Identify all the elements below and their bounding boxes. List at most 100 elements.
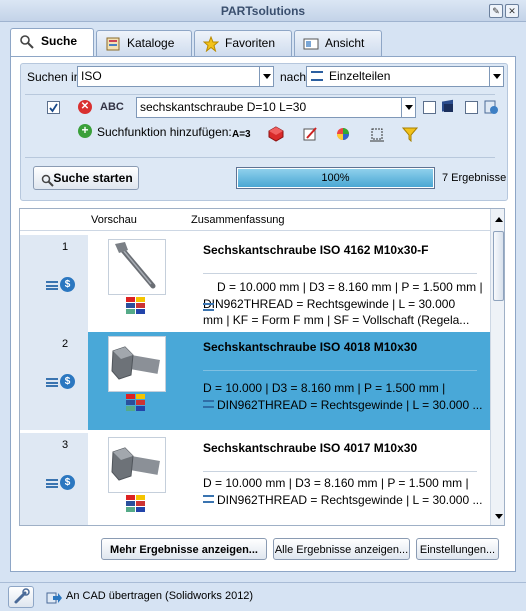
tab-suche[interactable]: Suche bbox=[10, 28, 94, 56]
book-icon[interactable] bbox=[440, 99, 456, 115]
results-header: Vorschau Zusammenfassung bbox=[20, 209, 490, 231]
abc-label: ABC bbox=[100, 101, 124, 113]
divider bbox=[203, 273, 477, 274]
sketch-search-icon[interactable] bbox=[302, 126, 318, 142]
part-thumbnail[interactable] bbox=[108, 437, 166, 493]
filter-icon[interactable] bbox=[401, 126, 419, 143]
dimension-search-icon[interactable] bbox=[369, 126, 385, 142]
column-summary: Zusammenfassung bbox=[191, 214, 285, 226]
results-list[interactable]: Vorschau Zusammenfassung 1 $ Sechskantsc… bbox=[19, 208, 505, 526]
row-content: Sechskantschraube ISO 4017 M10x30 D = 10… bbox=[88, 433, 490, 525]
norm-flags-icon bbox=[126, 297, 148, 317]
result-summary: D = 10.000 mm | D3 = 8.160 mm | P = 1.50… bbox=[203, 279, 485, 329]
result-title[interactable]: Sechskantschraube ISO 4017 M10x30 bbox=[203, 441, 417, 455]
type-select[interactable]: Einzelteilen bbox=[306, 66, 504, 87]
geometry-search-icon[interactable] bbox=[268, 126, 284, 142]
summary-line: D = 10.000 | D3 = 8.160 mm | P = 1.500 m… bbox=[203, 381, 446, 395]
scope-value: ISO bbox=[81, 69, 102, 83]
details-icon[interactable] bbox=[46, 281, 58, 290]
transfer-cad-label[interactable]: An CAD übertragen (Solidworks 2012) bbox=[66, 590, 253, 602]
type-label: nach bbox=[280, 70, 307, 84]
chevron-down-icon[interactable] bbox=[401, 98, 415, 117]
tab-favoriten[interactable]: Favoriten bbox=[194, 30, 292, 56]
row-content: Sechskantschraube ISO 4018 M10x30 D = 10… bbox=[88, 332, 490, 430]
scroll-down-icon[interactable] bbox=[495, 514, 503, 519]
add-function-label: Suchfunktion hinzufügen: bbox=[97, 125, 232, 139]
tools-button[interactable] bbox=[8, 586, 34, 608]
option-checkbox-1[interactable] bbox=[423, 101, 436, 114]
details-icon[interactable] bbox=[46, 378, 58, 387]
close-icon[interactable]: ✕ bbox=[505, 4, 519, 18]
part-thumbnail[interactable] bbox=[108, 239, 166, 295]
result-summary: D = 10.000 mm | D3 = 8.160 mm | P = 1.50… bbox=[203, 475, 485, 508]
price-icon[interactable]: $ bbox=[60, 475, 75, 490]
chevron-down-icon[interactable] bbox=[489, 67, 503, 86]
row-number: 1 bbox=[62, 241, 69, 253]
divider bbox=[203, 471, 477, 472]
search-icon bbox=[41, 172, 54, 194]
star-icon bbox=[202, 35, 220, 53]
column-preview: Vorschau bbox=[91, 214, 137, 226]
tab-ansicht[interactable]: Ansicht bbox=[294, 30, 382, 56]
search-start-button[interactable]: Suche starten bbox=[33, 166, 139, 190]
scope-select[interactable]: ISO bbox=[77, 66, 274, 87]
result-count: 7 Ergebnisse bbox=[442, 172, 507, 184]
tab-label: Favoriten bbox=[225, 36, 276, 50]
title-bar: PARTsolutions ✎ ✕ bbox=[0, 0, 526, 22]
details-icon[interactable] bbox=[203, 303, 214, 311]
progress-text: 100% bbox=[321, 172, 350, 184]
price-icon[interactable]: $ bbox=[60, 374, 75, 389]
color-search-icon[interactable] bbox=[335, 126, 351, 142]
summary-line: D = 10.000 mm | D3 = 8.160 mm | P = 1.50… bbox=[203, 476, 469, 490]
view-icon bbox=[303, 36, 319, 52]
summary-line: DIN962THREAD = Rechtsgewinde | L = 30.00… bbox=[203, 296, 456, 311]
chevron-down-icon[interactable] bbox=[259, 67, 273, 86]
details-icon[interactable] bbox=[203, 400, 214, 408]
settings-button[interactable]: Einstellungen... bbox=[416, 538, 499, 560]
result-title[interactable]: Sechskantschraube ISO 4162 M10x30-F bbox=[203, 243, 428, 257]
result-summary: D = 10.000 | D3 = 8.160 mm | P = 1.500 m… bbox=[203, 380, 485, 413]
scroll-thumb[interactable] bbox=[493, 231, 504, 301]
summary-line: mm | KF = Form F mm | SF = Vollschaft (R… bbox=[203, 313, 470, 327]
add-icon[interactable]: + bbox=[78, 124, 92, 138]
summary-line: DIN962THREAD = Rechtsgewinde | L = 30.00… bbox=[217, 492, 483, 507]
result-title[interactable]: Sechskantschraube ISO 4018 M10x30 bbox=[203, 340, 417, 354]
divider bbox=[25, 157, 495, 158]
option-checkbox-2[interactable] bbox=[465, 101, 478, 114]
result-row-2[interactable]: 2 $ Sechskantschraube ISO 4018 M10x30 D … bbox=[20, 332, 490, 430]
transfer-cad-icon[interactable] bbox=[46, 589, 62, 605]
list-icon bbox=[311, 71, 323, 81]
query-enabled-checkbox[interactable] bbox=[47, 101, 60, 114]
price-icon[interactable]: $ bbox=[60, 277, 75, 292]
all-results-button[interactable]: Alle Ergebnisse anzeigen... bbox=[273, 538, 410, 560]
row-number: 3 bbox=[62, 439, 69, 451]
remove-icon[interactable]: ✕ bbox=[78, 100, 92, 114]
result-row-1[interactable]: 1 $ Sechskantschraube ISO 4162 M10x30-F … bbox=[20, 235, 490, 333]
results-scrollbar[interactable] bbox=[490, 209, 504, 525]
scope-label: Suchen in bbox=[27, 70, 81, 84]
scroll-up-icon[interactable] bbox=[495, 217, 503, 222]
more-results-button[interactable]: Mehr Ergebnisse anzeigen... bbox=[101, 538, 267, 560]
divider bbox=[25, 94, 495, 95]
status-bar: An CAD übertragen (Solidworks 2012) bbox=[0, 582, 526, 611]
window-title: PARTsolutions bbox=[220, 4, 306, 18]
tab-kataloge[interactable]: Kataloge bbox=[96, 30, 192, 56]
tab-label: Kataloge bbox=[127, 36, 175, 50]
details-icon[interactable] bbox=[46, 479, 58, 488]
row-content: Sechskantschraube ISO 4162 M10x30-F D = … bbox=[88, 235, 490, 333]
pin-icon[interactable]: ✎ bbox=[489, 4, 503, 18]
tab-label: Ansicht bbox=[325, 36, 365, 50]
result-row-3[interactable]: 3 $ Sechskantschraube ISO 4017 M10x30 D … bbox=[20, 433, 490, 525]
tab-label: Suche bbox=[41, 34, 78, 48]
divider bbox=[203, 370, 477, 371]
attribute-search-button[interactable]: A=3 bbox=[232, 129, 251, 140]
search-progress-bar: 100% bbox=[236, 167, 435, 189]
part-thumbnail[interactable] bbox=[108, 336, 166, 392]
query-input[interactable]: sechskantschraube D=10 L=30 bbox=[136, 97, 416, 118]
details-icon[interactable] bbox=[203, 495, 214, 503]
row-number: 2 bbox=[62, 338, 69, 350]
catalog-settings-icon[interactable] bbox=[483, 99, 499, 115]
norm-flags-icon bbox=[126, 495, 148, 515]
summary-line: DIN962THREAD = Rechtsgewinde | L = 30.00… bbox=[217, 397, 483, 412]
norm-flags-icon bbox=[126, 394, 148, 414]
